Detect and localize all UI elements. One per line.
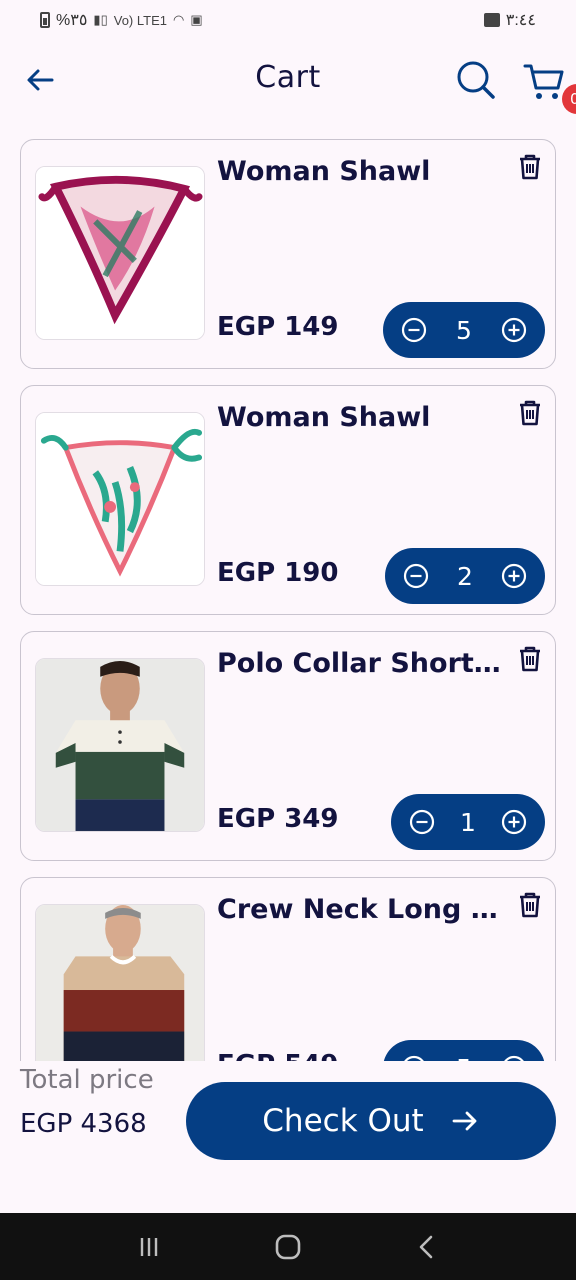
product-price: EGP 149	[217, 312, 339, 342]
app-header: Cart 0	[0, 40, 576, 120]
product-image[interactable]	[35, 166, 205, 340]
delete-button[interactable]	[515, 890, 545, 920]
trash-icon	[520, 154, 540, 180]
quantity-value: 5	[456, 315, 472, 345]
quantity-stepper[interactable]: 5	[383, 1040, 545, 1061]
quantity-value: 1	[460, 807, 476, 837]
battery-icon	[40, 12, 50, 28]
minus-circle-icon	[403, 563, 429, 589]
minus-circle-icon	[401, 317, 427, 343]
product-image[interactable]	[35, 658, 205, 832]
cart-item[interactable]: Crew Neck Long Sleeve EGP 549 5	[20, 877, 556, 1061]
cart-button[interactable]	[522, 60, 566, 102]
network-label: Vo) LTE1	[113, 12, 167, 28]
delete-button[interactable]	[515, 152, 545, 182]
trash-icon	[520, 892, 540, 918]
product-title: Woman Shawl	[217, 402, 431, 433]
status-left: %٣٥ ▮▯ Vo) LTE1 ◠ ▣	[40, 10, 203, 30]
cart-item[interactable]: Polo Collar Short Sleeve EGP 349 1	[20, 631, 556, 861]
decrease-button[interactable]	[401, 317, 427, 343]
gallery-icon	[483, 13, 500, 27]
plus-circle-icon	[501, 809, 527, 835]
total-price-value: EGP 4368	[20, 1109, 147, 1139]
status-time: ٣:٤٤	[505, 12, 536, 29]
delete-button[interactable]	[515, 644, 545, 674]
trash-icon	[520, 646, 540, 672]
sweater-image	[36, 905, 204, 1061]
checkout-label: Check Out	[262, 1103, 424, 1139]
trash-icon	[520, 400, 540, 426]
status-bar: %٣٥ ▮▯ Vo) LTE1 ◠ ▣ ٣:٤٤	[0, 0, 576, 40]
product-price: EGP 549	[217, 1050, 338, 1061]
quantity-value: 2	[457, 561, 473, 591]
product-price: EGP 349	[217, 804, 339, 834]
cart-icon	[523, 64, 564, 99]
decrease-button[interactable]	[403, 563, 429, 589]
product-title: Polo Collar Short Sleeve	[217, 648, 507, 679]
product-title: Woman Shawl	[217, 156, 431, 187]
decrease-button[interactable]	[409, 809, 435, 835]
delete-button[interactable]	[515, 398, 545, 428]
pink-shawl-image	[36, 167, 204, 339]
quantity-stepper[interactable]: 5	[383, 302, 545, 358]
battery-percent: %٣٥	[56, 12, 88, 29]
system-nav-bar	[0, 1213, 576, 1280]
plus-circle-icon	[501, 563, 527, 589]
quantity-value: 5	[427, 1054, 501, 1062]
increase-button[interactable]	[501, 809, 527, 835]
recycle-icon: ▣	[190, 12, 203, 27]
quantity-stepper[interactable]: 2	[385, 548, 545, 604]
arrow-right-icon	[452, 1111, 477, 1131]
search-button[interactable]	[454, 58, 498, 102]
signal-icon: ▮▯	[93, 12, 108, 27]
checkout-footer: Total price EGP 4368 Check Out	[0, 1061, 576, 1213]
plus-circle-icon	[501, 317, 527, 343]
product-image[interactable]	[35, 412, 205, 586]
checkout-button[interactable]: Check Out	[186, 1082, 556, 1160]
polo-shirt-image	[36, 659, 204, 831]
minus-circle-icon	[409, 809, 435, 835]
search-icon	[457, 61, 495, 99]
increase-button[interactable]	[501, 563, 527, 589]
total-price-label: Total price	[20, 1065, 154, 1095]
wifi-icon: ◠	[172, 12, 185, 27]
chevron-left-icon	[419, 1235, 432, 1258]
recent-apps-button[interactable]	[129, 1227, 169, 1267]
product-title: Crew Neck Long Sleeve	[217, 894, 507, 925]
home-button[interactable]	[268, 1227, 308, 1267]
recent-apps-icon	[141, 1237, 158, 1256]
product-price: EGP 190	[217, 558, 339, 588]
quantity-stepper[interactable]: 1	[391, 794, 545, 850]
product-image[interactable]	[35, 904, 205, 1061]
increase-button[interactable]	[501, 317, 527, 343]
cart-item[interactable]: Woman Shawl EGP 149 5	[20, 139, 556, 369]
nav-back-button[interactable]	[407, 1227, 447, 1267]
cart-list[interactable]: Woman Shawl EGP 149 5 Woman Shawl EGP 19…	[0, 120, 576, 1061]
home-icon	[275, 1234, 301, 1259]
floral-shawl-image	[36, 413, 204, 585]
cart-item[interactable]: Woman Shawl EGP 190 2	[20, 385, 556, 615]
status-right: ٣:٤٤	[483, 10, 536, 30]
